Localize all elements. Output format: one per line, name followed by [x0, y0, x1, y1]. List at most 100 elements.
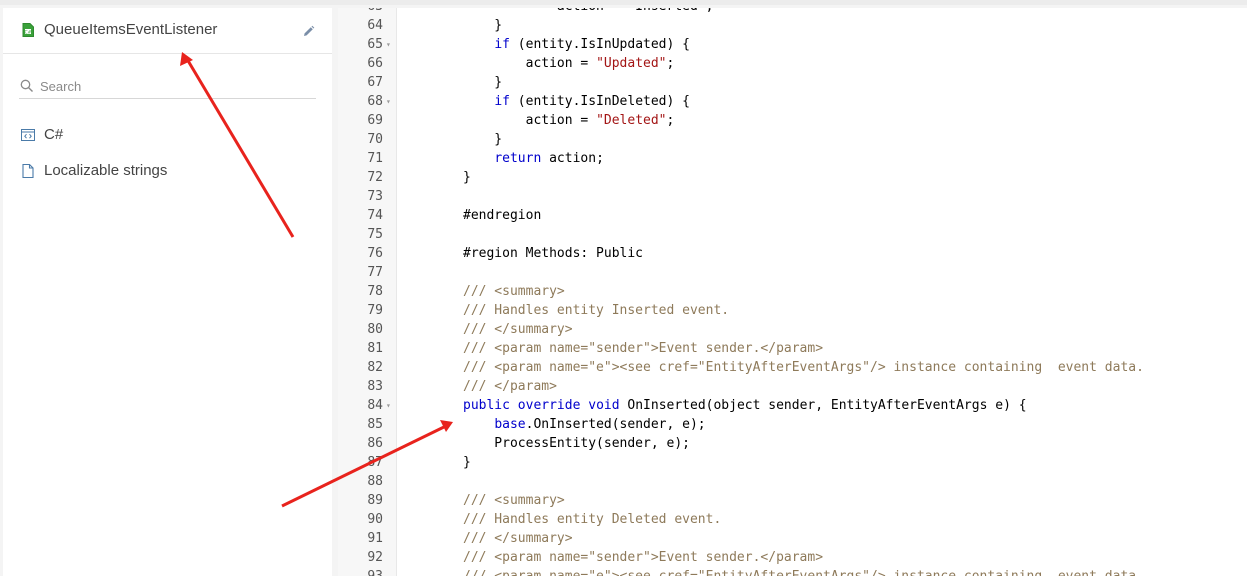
code-text: /// <param name="e"><see cref="EntityAft… [463, 358, 1144, 377]
code-line[interactable]: 83 /// </param> [338, 377, 1247, 396]
svg-text:C#: C# [25, 29, 32, 35]
code-line[interactable]: 78 /// <summary> [338, 282, 1247, 301]
code-text: action = "Deleted"; [463, 111, 675, 130]
code-token: override [517, 398, 581, 413]
code-text: } [463, 73, 502, 92]
code-line[interactable]: 65 ▾ if (entity.IsInUpdated) { [338, 35, 1247, 54]
pencil-icon[interactable] [302, 25, 315, 38]
top-strip [0, 0, 1247, 5]
code-token: /// <param name="sender">Event sender.</… [463, 341, 824, 356]
line-number: 82 [367, 360, 383, 375]
code-line[interactable]: 80 /// </summary> [338, 320, 1247, 339]
code-line[interactable]: 70 } [338, 130, 1247, 149]
code-line[interactable]: 77 [338, 263, 1247, 282]
code-token: OnInserted(object sender, EntityAfterEve… [619, 398, 1027, 413]
code-text: ProcessEntity(sender, e); [463, 434, 690, 453]
code-token: /// <summary> [463, 284, 565, 299]
code-text: /// </summary> [463, 529, 573, 548]
code-line[interactable]: 64 } [338, 16, 1247, 35]
code-text: } [463, 453, 471, 472]
line-number: 64 [367, 18, 383, 33]
sidebar-header: C# QueueItemsEventListener [3, 8, 332, 54]
line-number: 65 [367, 37, 383, 52]
code-line[interactable]: 63 action = "Inserted"; [338, 8, 1247, 16]
code-file-icon [21, 129, 35, 141]
code-text: if (entity.IsInDeleted) { [463, 92, 690, 111]
code-line[interactable]: 68 ▾ if (entity.IsInDeleted) { [338, 92, 1247, 111]
code-token: "Deleted" [596, 113, 667, 128]
code-line[interactable]: 66 action = "Updated"; [338, 54, 1247, 73]
fold-toggle-icon[interactable]: ▾ [386, 35, 391, 54]
code-token: #region Methods: Public [463, 246, 644, 261]
code-line[interactable]: 84 ▾ public override void OnInserted(objec… [338, 396, 1247, 415]
code-line[interactable]: 67 } [338, 73, 1247, 92]
line-number: 88 [367, 474, 383, 489]
schema-sidebar: C# QueueItemsEventListener C# Localizabl… [3, 8, 332, 576]
code-line[interactable]: 82 /// <param name="e"><see cref="EntityA… [338, 358, 1247, 377]
code-line[interactable]: 76 #region Methods: Public [338, 244, 1247, 263]
code-line[interactable]: 90 /// Handles entity Deleted event. [338, 510, 1247, 529]
line-number: 84 [367, 398, 383, 413]
code-line[interactable]: 85 base.OnInserted(sender, e); [338, 415, 1247, 434]
sidebar-item-localizable-strings[interactable]: Localizable strings [20, 160, 320, 182]
search-input[interactable] [40, 76, 310, 96]
code-text: } [463, 168, 471, 187]
code-editor[interactable]: 63 action = "Inserted";64 }65▾ if (entit… [338, 8, 1247, 576]
code-token: /// <summary> [463, 493, 565, 508]
code-line[interactable]: 87} [338, 453, 1247, 472]
code-line[interactable]: 73 [338, 187, 1247, 206]
code-token: base [494, 417, 526, 432]
search-field[interactable] [19, 76, 316, 99]
code-line[interactable]: 81 /// <param name="sender">Event sender.… [338, 339, 1247, 358]
sidebar-item-csharp[interactable]: C# [20, 124, 320, 146]
code-token: action; [541, 151, 604, 166]
code-line[interactable]: 75 [338, 225, 1247, 244]
code-line[interactable]: 74 #endregion [338, 206, 1247, 225]
sidebar-item-label: C# [44, 126, 64, 143]
line-number: 86 [367, 436, 383, 451]
code-line[interactable]: 93 /// <param name="e"><see cref="EntityA… [338, 567, 1247, 576]
fold-toggle-icon[interactable]: ▾ [386, 396, 391, 415]
code-line[interactable]: 71 return action; [338, 149, 1247, 168]
code-token: } [463, 18, 503, 33]
line-number: 77 [367, 265, 383, 280]
code-text: } [463, 16, 502, 35]
code-token: } [463, 170, 471, 185]
code-token: /// </summary> [463, 531, 573, 546]
code-token: } [463, 455, 471, 470]
code-token: /// Handles entity Deleted event. [463, 512, 722, 527]
code-token: (entity.IsInDeleted) { [509, 94, 690, 109]
code-text: /// <summary> [463, 282, 565, 301]
code-line[interactable]: 88 [338, 472, 1247, 491]
code-line[interactable]: 69 action = "Deleted"; [338, 111, 1247, 130]
code-token: /// </param> [463, 379, 557, 394]
code-token: .OnInserted(sender, e); [525, 417, 706, 432]
line-number: 70 [367, 132, 383, 147]
code-token: ProcessEntity(sender, e); [463, 436, 690, 451]
line-number: 66 [367, 56, 383, 71]
code-line[interactable]: 91 /// </summary> [338, 529, 1247, 548]
code-line[interactable]: 89 /// <summary> [338, 491, 1247, 510]
code-token: } [463, 75, 503, 90]
code-token: if [494, 94, 510, 109]
line-number: 87 [367, 455, 383, 470]
code-line[interactable]: 79 /// Handles entity Inserted event. [338, 301, 1247, 320]
code-text: /// <param name="sender">Event sender.</… [463, 548, 823, 567]
code-line[interactable]: 92 /// <param name="sender">Event sender.… [338, 548, 1247, 567]
code-line[interactable]: 72} [338, 168, 1247, 187]
line-number: 73 [367, 189, 383, 204]
code-text: #endregion [463, 206, 541, 225]
fold-toggle-icon[interactable]: ▾ [386, 92, 391, 111]
code-text: public override void OnInserted(object s… [463, 396, 1027, 415]
code-text: /// </param> [463, 377, 557, 396]
line-number: 67 [367, 75, 383, 90]
code-token: return [494, 151, 542, 166]
code-text: #region Methods: Public [463, 244, 643, 263]
code-token: /// </summary> [463, 322, 573, 337]
line-number: 85 [367, 417, 383, 432]
code-line[interactable]: 86 ProcessEntity(sender, e); [338, 434, 1247, 453]
